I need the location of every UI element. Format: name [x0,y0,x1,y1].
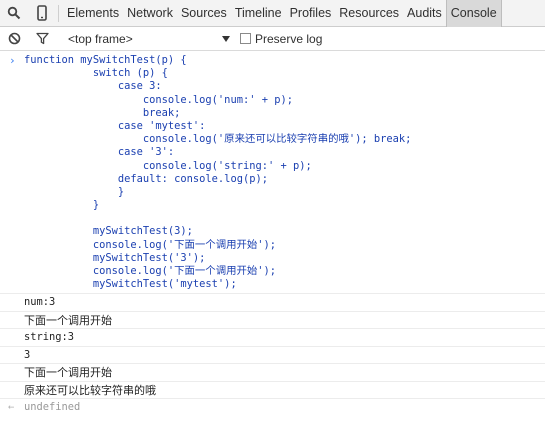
code-line: mySwitchTest('3'); [24,251,206,264]
code-line: case 3: [24,80,162,93]
tab-timeline[interactable]: Timeline [231,0,286,27]
prompt-chevron: › [9,54,16,67]
tab-resources[interactable]: Resources [335,0,403,27]
console-toolbar: <top frame> Preserve log [0,27,545,51]
code-line: case 'mytest': [24,119,206,132]
code-line: function mySwitchTest(p) { [24,54,187,66]
result-arrow: ← [8,401,15,414]
tab-audits[interactable]: Audits [403,0,446,27]
clear-console-icon[interactable] [0,27,28,51]
tab-list: Elements Network Sources Timeline Profil… [63,0,502,27]
code-line: default: console.log(p); [24,172,268,185]
console-messages[interactable]: › function mySwitchTest(p) { switch (p) … [0,51,545,430]
code-line: mySwitchTest(3); [24,225,193,238]
tab-elements[interactable]: Elements [63,0,123,27]
code-line: } [24,185,125,198]
console-message: 原来还可以比较字符串的哦 [0,382,545,400]
search-icon[interactable] [0,0,28,27]
tab-sources[interactable]: Sources [177,0,231,27]
filter-icon[interactable] [28,27,56,51]
code-line: switch (p) { [24,67,168,80]
preserve-log-checkbox[interactable] [240,33,251,44]
code-line: mySwitchTest('mytest'); [24,278,237,291]
preserve-log-label: Preserve log [255,31,323,46]
code-block: function mySwitchTest(p) { switch (p) { … [24,54,545,291]
code-line: } [24,199,100,212]
console-message: 3 [0,347,545,365]
code-line: console.log('下面一个调用开始'); [24,265,277,277]
toolbar-divider [58,4,59,22]
tab-network[interactable]: Network [123,0,177,27]
console-input-entry: › function mySwitchTest(p) { switch (p) … [0,51,545,295]
tab-console[interactable]: Console [445,0,502,27]
code-line: console.log('原来还可以比较字符串的哦'); break; [24,133,412,146]
tab-profiles[interactable]: Profiles [286,0,336,27]
code-line: console.log('下面一个调用开始'); [24,238,277,251]
console-message: num:3 [0,294,545,312]
console-output: num:3 下面一个调用开始 string:3 3 下面一个调用开始 原来还可以比较字符串… [0,294,545,400]
devtools-tab-bar: Elements Network Sources Timeline Profil… [0,0,545,27]
code-line: console.log('string:' + p); [24,159,312,172]
device-icon[interactable] [28,0,56,27]
result-value: undefined [24,401,81,414]
dropdown-arrow-icon[interactable] [222,35,230,42]
code-line: break; [24,106,181,119]
code-line: case '3': [24,146,175,159]
frame-select[interactable]: <top frame> [68,32,218,46]
console-message: string:3 [0,329,545,347]
console-message: 下面一个调用开始 [0,312,545,330]
result-entry: ← undefined [0,399,545,416]
console-message: 下面一个调用开始 [0,364,545,382]
code-line: console.log('num:' + p); [24,93,293,106]
